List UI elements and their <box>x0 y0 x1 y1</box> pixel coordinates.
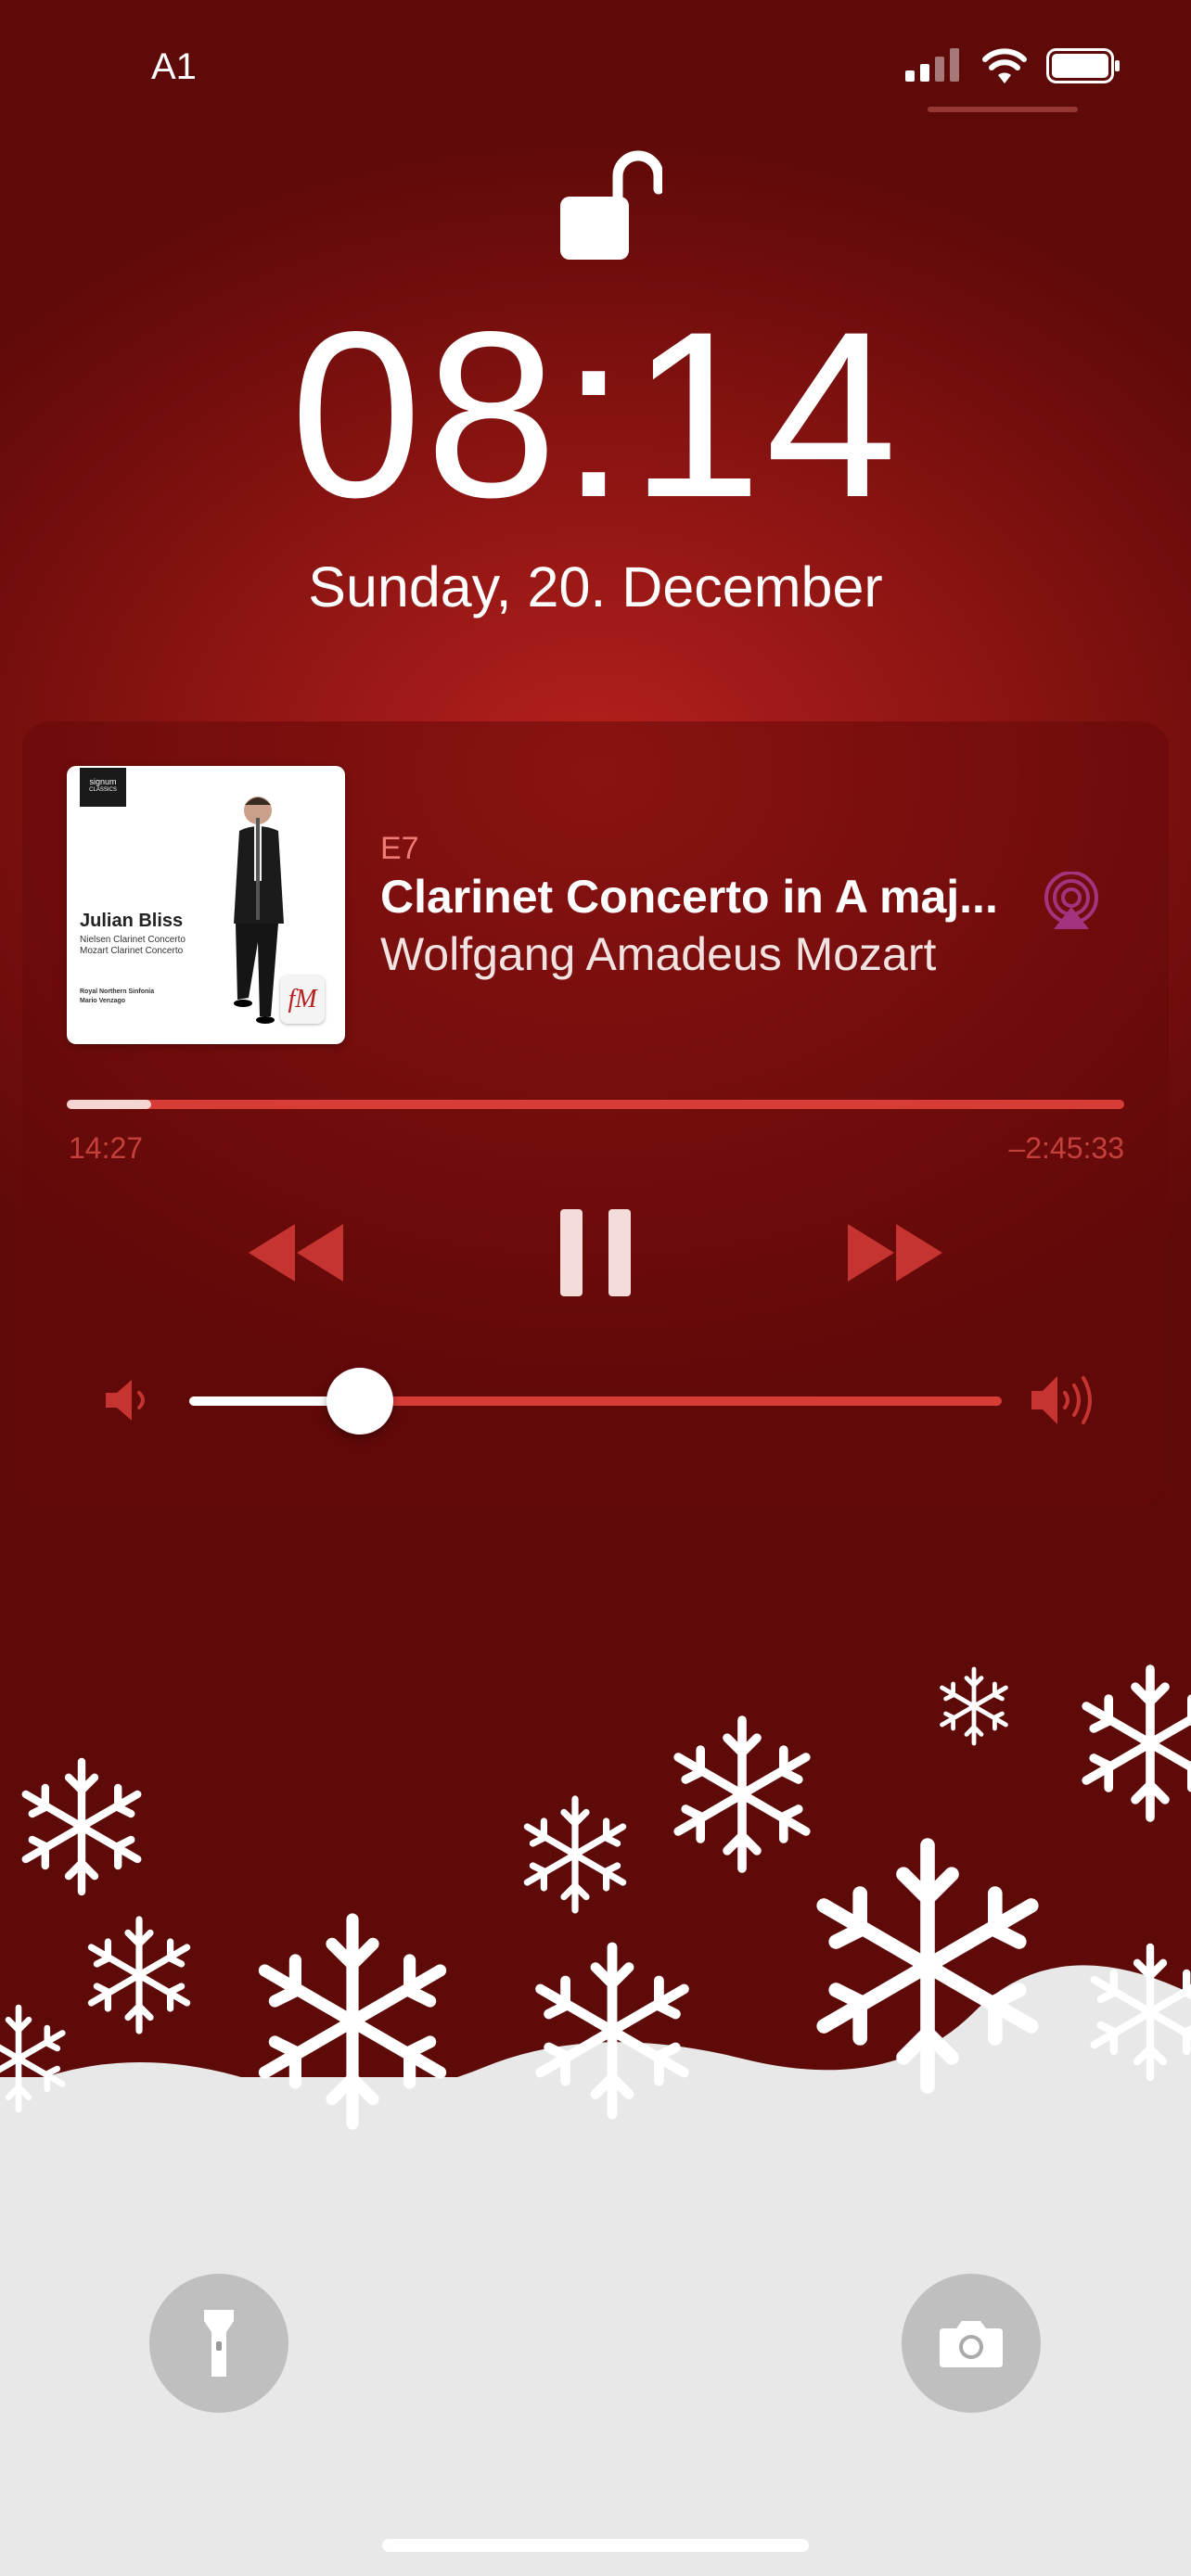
battery-icon <box>1046 48 1120 83</box>
snowflake-wallpaper <box>0 1576 1191 2576</box>
flashlight-icon <box>204 2310 234 2377</box>
volume-slider-knob[interactable] <box>326 1368 393 1435</box>
volume-low-icon <box>106 1380 145 1421</box>
album-line-1: Nielsen Clarinet Concerto <box>80 935 186 945</box>
wifi-icon <box>982 48 1027 83</box>
progress-track[interactable] <box>67 1100 1124 1109</box>
album-conductor: Mario Venzago <box>80 998 126 1004</box>
volume-high-icon <box>1031 1376 1092 1424</box>
carrier-label: A1 <box>151 46 197 87</box>
label-mark: fM <box>280 976 325 1024</box>
remaining-time: –2:45:33 <box>1008 1131 1124 1165</box>
unlocked-padlock-icon <box>560 150 662 260</box>
signal-icon <box>905 48 959 82</box>
elapsed-time: 14:27 <box>69 1131 144 1165</box>
lock-date: Sunday, 20. December <box>308 555 883 618</box>
rewind-icon[interactable] <box>247 1222 345 1283</box>
camera-button[interactable] <box>902 2274 1041 2413</box>
status-indicator-line <box>928 107 1078 112</box>
track-artist: Wolfgang Amadeus Mozart <box>380 928 937 980</box>
playback-source: E7 <box>380 831 419 866</box>
lock-time: 08:14 <box>289 283 902 547</box>
home-indicator[interactable] <box>382 2539 809 2552</box>
album-art[interactable]: signum CLASSICS Julian Bliss Nielsen Cla… <box>67 766 345 1044</box>
album-line-2: Mozart Clarinet Concerto <box>80 946 184 956</box>
label-logo: signum CLASSICS <box>80 768 126 807</box>
track-title: Clarinet Concerto in A maj... <box>380 871 998 923</box>
album-artist: Julian Bliss <box>80 911 184 931</box>
fast-forward-icon[interactable] <box>846 1222 944 1283</box>
camera-icon <box>940 2321 1003 2367</box>
lock-screen: A1 08:14 Sunday, 20. December signum CLA… <box>0 0 1191 2576</box>
album-ensemble: Royal Northern Sinfonia <box>80 988 155 995</box>
airplay-audio-icon[interactable] <box>1043 872 1100 929</box>
flashlight-button[interactable] <box>149 2274 288 2413</box>
progress-fill <box>67 1100 152 1109</box>
pause-icon[interactable] <box>558 1207 633 1298</box>
